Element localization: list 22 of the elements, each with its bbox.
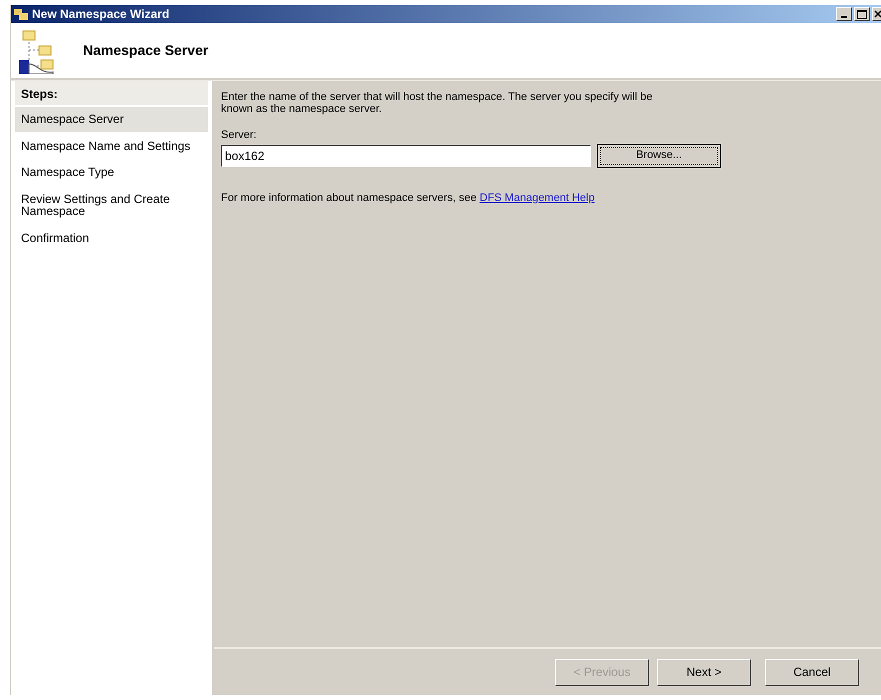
step-item[interactable]: Review Settings and Create Namespace	[15, 186, 208, 224]
step-item[interactable]: Namespace Name and Settings	[15, 134, 208, 158]
step-item[interactable]: Namespace Type	[15, 160, 208, 185]
maximize-button[interactable]	[854, 7, 870, 21]
step-item[interactable]: Confirmation	[15, 226, 208, 251]
page-title: Namespace Server	[83, 41, 208, 60]
close-button[interactable]	[872, 7, 881, 21]
instructions-text: Enter the name of the server that will host the namespace. The server you specify will be known as the namespace server.	[221, 91, 654, 116]
window-title: New Namespace Wizard	[32, 6, 170, 23]
folders-icon	[13, 7, 29, 21]
maximize-icon	[857, 10, 867, 18]
server-field[interactable]: box162	[221, 144, 591, 167]
close-icon	[874, 10, 880, 18]
help-sentence: For more information about namespace servers, see DFS Management Help	[221, 190, 596, 206]
help-link[interactable]: DFS Management Help	[480, 192, 595, 204]
steps-heading: Steps:	[15, 81, 208, 105]
server-label: Server:	[221, 128, 258, 144]
wizard-button[interactable]: Cancel	[765, 658, 859, 686]
step-item[interactable]: Namespace Server	[15, 107, 208, 132]
browse-button[interactable]: Browse...	[597, 144, 721, 168]
minimize-button[interactable]	[836, 7, 852, 21]
wizard-button[interactable]: Next >	[657, 658, 751, 686]
